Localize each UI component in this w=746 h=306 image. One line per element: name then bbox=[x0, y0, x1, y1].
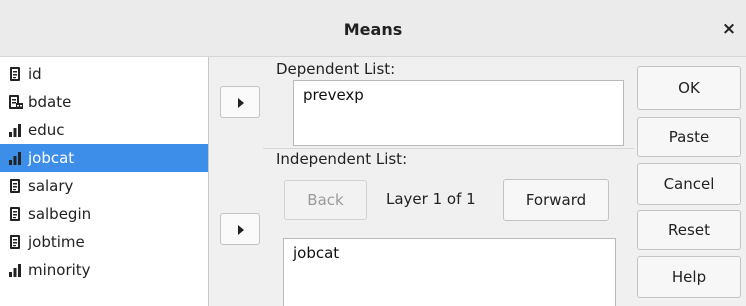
paste-button[interactable]: Paste bbox=[637, 117, 741, 157]
variable-item-id[interactable]: id bbox=[0, 60, 208, 88]
dialog-title: Means bbox=[343, 20, 403, 39]
scale-variable-icon bbox=[8, 206, 22, 222]
variable-label: jobtime bbox=[28, 233, 85, 251]
move-to-dependent-button[interactable] bbox=[220, 86, 260, 118]
back-button[interactable]: Back bbox=[284, 180, 367, 220]
help-button[interactable]: Help bbox=[637, 256, 741, 298]
date-variable-icon bbox=[8, 94, 23, 110]
ordinal-variable-icon bbox=[8, 122, 22, 138]
variable-list[interactable]: id bdate educ jobcat salary salbegin job… bbox=[0, 57, 209, 306]
variable-item-salbegin[interactable]: salbegin bbox=[0, 200, 208, 228]
ok-button[interactable]: OK bbox=[637, 66, 741, 110]
variable-item-jobtime[interactable]: jobtime bbox=[0, 228, 208, 256]
dependent-list-label: Dependent List: bbox=[276, 60, 396, 78]
layer-indicator: Layer 1 of 1 bbox=[386, 190, 476, 208]
variable-label: id bbox=[28, 65, 42, 83]
independent-list-item[interactable]: jobcat bbox=[293, 244, 339, 262]
variable-item-bdate[interactable]: bdate bbox=[0, 88, 208, 116]
independent-list-label: Independent List: bbox=[276, 150, 408, 168]
dependent-list-item[interactable]: prevexp bbox=[303, 86, 364, 104]
ordinal-variable-icon bbox=[8, 150, 22, 166]
cancel-button[interactable]: Cancel bbox=[637, 163, 741, 205]
scale-variable-icon bbox=[8, 66, 22, 82]
variable-item-minority[interactable]: minority bbox=[0, 256, 208, 284]
reset-button[interactable]: Reset bbox=[637, 210, 741, 250]
variable-label: bdate bbox=[28, 93, 72, 111]
scale-variable-icon bbox=[8, 178, 22, 194]
variable-label: jobcat bbox=[28, 149, 75, 167]
variable-label: minority bbox=[28, 261, 91, 279]
variable-item-jobcat[interactable]: jobcat bbox=[0, 144, 208, 172]
forward-button[interactable]: Forward bbox=[503, 179, 609, 221]
variable-label: salary bbox=[28, 177, 74, 195]
independent-list[interactable]: jobcat bbox=[283, 238, 616, 306]
scale-variable-icon bbox=[8, 234, 22, 250]
variable-item-salary[interactable]: salary bbox=[0, 172, 208, 200]
title-bar: Means × bbox=[0, 0, 746, 57]
variable-item-educ[interactable]: educ bbox=[0, 116, 208, 144]
section-divider bbox=[263, 148, 634, 149]
variable-label: salbegin bbox=[28, 205, 92, 223]
move-to-independent-button[interactable] bbox=[220, 213, 260, 245]
dependent-list[interactable]: prevexp bbox=[293, 80, 624, 146]
close-icon[interactable]: × bbox=[721, 20, 737, 38]
ordinal-variable-icon bbox=[8, 262, 22, 278]
variable-label: educ bbox=[28, 121, 65, 139]
